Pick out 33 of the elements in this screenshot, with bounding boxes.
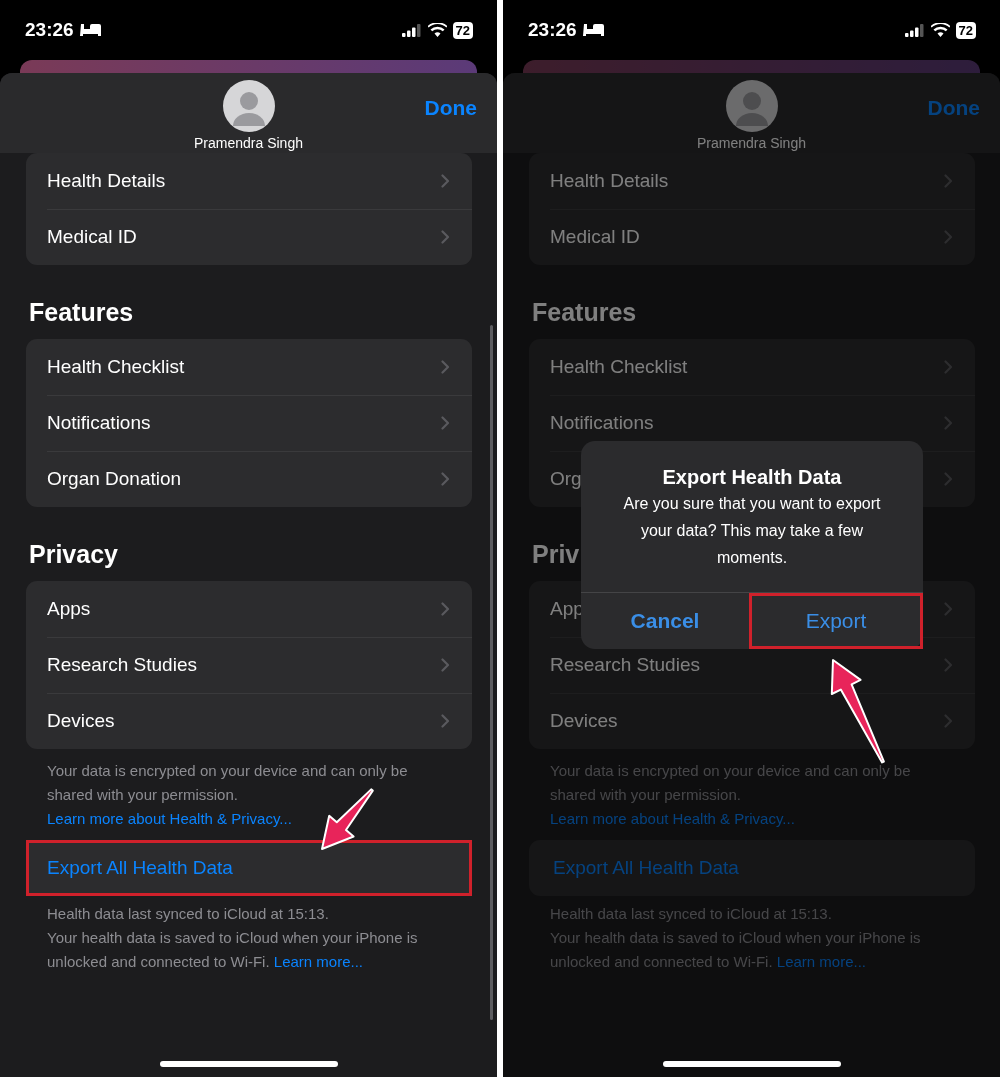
alert-message: Are you sure that you want to export your data? This may take a few moments. [622, 494, 882, 568]
section-heading: Priv [532, 539, 580, 569]
row-label: Apps [47, 598, 91, 620]
row-label: Research Studies [47, 654, 197, 676]
row-label: Devices [47, 710, 115, 732]
section-heading: Features [532, 297, 637, 327]
row-label: Organ Donation [47, 468, 182, 490]
privacy-note: Your data is encrypted on your device and can only be shared with your permission. [47, 761, 409, 805]
sync-status: Health data last synced to iCloud at 15:13. [550, 904, 833, 924]
icloud-note: Your health data is saved to iCloud when your iPhone is unlocked and connected to Wi-Fi. Learn more... [550, 926, 955, 974]
row-label: Health Details [47, 170, 166, 192]
alert-title: Export Health Data [662, 466, 842, 489]
privacy-note: Your data is encrypted on your device and can only be shared with your permission. [550, 761, 912, 805]
row-label: Research Studies [550, 654, 700, 676]
section-heading: Features [29, 297, 134, 327]
row-label: Org [550, 468, 582, 490]
row-label: Notifications [47, 412, 151, 434]
section-heading: Privacy [29, 539, 118, 569]
row-label: Notifications [550, 412, 654, 434]
row-label: Health Checklist [47, 356, 185, 378]
status-time: 23:26 [528, 19, 577, 41]
profile-name: Pramendra Singh [194, 135, 303, 151]
status-time: 23:26 [25, 19, 74, 41]
sync-status: Health data last synced to iCloud at 15:13. [47, 904, 330, 924]
icloud-note: Your health data is saved to iCloud when your iPhone is unlocked and connected to Wi-Fi. Learn more... [47, 926, 452, 974]
battery-indicator: 72 [955, 21, 976, 39]
row-label: Health Checklist [550, 356, 688, 378]
profile-name: Pramendra Singh [697, 135, 806, 151]
row-label: Medical ID [550, 226, 640, 248]
battery-indicator: 72 [452, 21, 473, 39]
row-label: Medical ID [47, 226, 137, 248]
row-label: Devices [550, 710, 618, 732]
row-label: Health Details [550, 170, 669, 192]
